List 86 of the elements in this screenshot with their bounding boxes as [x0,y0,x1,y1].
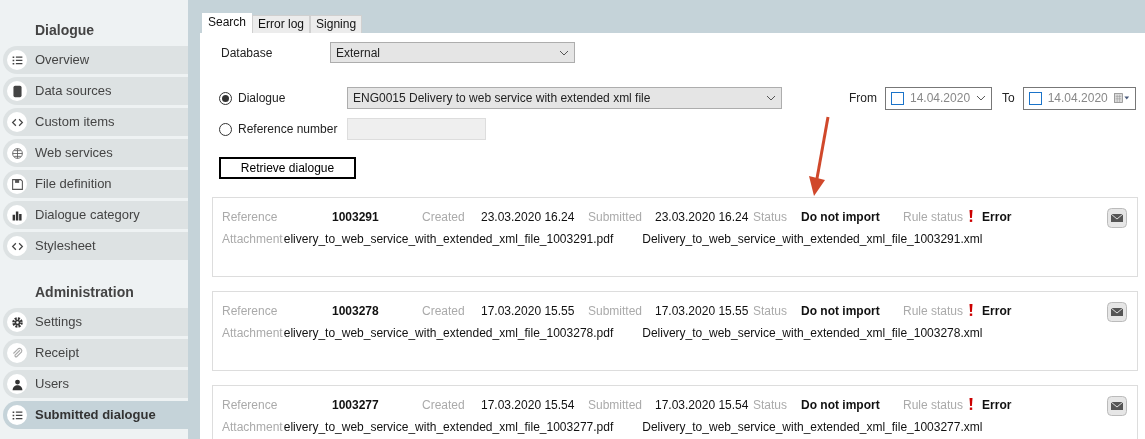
field-value: 23.03.2020 16.24 [655,208,750,226]
attachment-link[interactable]: Delivery_to_web_service_with_extended_xml_file_1003291.xml [642,229,983,248]
field-value: 17.03.2020 15.55 [655,302,750,320]
field-value: Error [982,396,1012,414]
exclamation-icon [969,397,974,410]
paperclip-icon [10,346,24,360]
field-label: Status [753,302,789,320]
dropdown[interactable]: External [330,42,575,63]
chevron-down-icon [559,49,569,56]
retrieve-button[interactable]: Retrieve dialogue [219,157,356,179]
sidebar-item[interactable]: Receipt [3,339,188,367]
field-value: Do not import [801,302,881,320]
field-value: 1003291 [332,208,380,226]
sidebar-item[interactable]: Stylesheet [3,232,188,260]
field-value: Do not import [801,396,881,414]
field-label: Attachment [222,324,283,342]
checkbox[interactable] [1028,91,1042,105]
field-value: Error [982,302,1012,320]
envelope-icon[interactable] [1107,208,1127,228]
field-value: Do not import [801,208,881,226]
field-label: Created [422,302,466,320]
calendar-icon [1113,92,1130,104]
dropdown[interactable]: ENG0015 Delivery to web service with extended xml file [347,87,782,109]
tab[interactable]: Signing [310,15,363,33]
date-label: From [849,90,877,107]
chevron-down-icon [976,95,986,101]
date-label: To [1002,90,1015,107]
exclamation-icon [969,303,974,316]
list-icon [10,53,24,67]
field-value: 1003278 [332,302,380,320]
sidebar-item[interactable]: File definition [3,170,188,198]
attachment-link[interactable]: Delivery_to_web_service_with_extended_xml_file_1003278.xml [642,323,983,342]
date-field[interactable]: 14.04.2020 [1022,86,1136,110]
field-label: Submitted [588,302,644,320]
field-label: Rule status [903,302,964,320]
field-label: Rule status [903,396,964,414]
sidebar-item[interactable]: Users [3,370,188,398]
checkbox[interactable] [891,91,904,105]
sidebar-item[interactable]: Submitted dialogue [3,401,188,429]
sidebar-item[interactable]: Data sources [3,77,188,105]
field-label: Database [221,44,274,62]
radio-label: Reference number [238,121,338,138]
field-label: Submitted [588,208,644,226]
field-value: 17.03.2020 15.54 [481,396,576,414]
attachment-link[interactable]: Delivery_to_web_service_with_extended_xml_file_1003277.xml [642,417,983,436]
section-heading: Administration [34,283,135,302]
section-heading: Dialogue [34,21,96,40]
field-value: 23.03.2020 16.24 [481,208,576,226]
globe-icon [10,146,24,160]
field-label: Status [753,208,789,226]
field-label: Attachment [222,418,283,436]
field-label: Reference [222,302,279,320]
user-icon [10,377,24,391]
field-label: Reference [222,396,279,414]
tab[interactable]: Search [202,13,253,33]
sidebar-item[interactable]: Web services [3,139,188,167]
sidebar-item[interactable]: Settings [3,308,188,336]
envelope-icon[interactable] [1107,396,1127,416]
envelope-icon[interactable] [1107,302,1127,322]
text-field[interactable] [347,118,486,140]
field-label: Attachment [222,230,283,248]
radio-label: Dialogue [238,90,286,107]
attachment-link[interactable]: elivery_to_web_service_with_extended_xml_file_1003291.pdf [283,229,614,248]
field-label: Status [753,396,789,414]
field-label: Rule status [903,208,964,226]
field-label: Submitted [588,396,644,414]
field-value: 17.03.2020 15.55 [481,302,576,320]
field-value: 17.03.2020 15.54 [655,396,750,414]
sidebar-item[interactable]: Custom items [3,108,188,136]
sidebar-item[interactable]: Overview [3,46,188,74]
field-value: 1003277 [332,396,380,414]
sidebar-item[interactable]: Dialogue category [3,201,188,229]
database-icon [10,84,24,98]
bar-chart-icon [10,208,24,222]
gear-icon [10,315,24,329]
tab[interactable]: Error log [252,15,311,33]
field-label: Reference [222,208,279,226]
field-label: Created [422,396,466,414]
field-value: Error [982,208,1012,226]
field-label: Created [422,208,466,226]
list-icon [10,408,24,422]
date-field[interactable]: 14.04.2020 [885,86,992,110]
chevron-down-icon [766,95,776,101]
attachment-link[interactable]: elivery_to_web_service_with_extended_xml_file_1003277.pdf [283,417,614,436]
exclamation-icon [969,209,974,222]
attachment-link[interactable]: elivery_to_web_service_with_extended_xml_file_1003278.pdf [283,323,614,342]
